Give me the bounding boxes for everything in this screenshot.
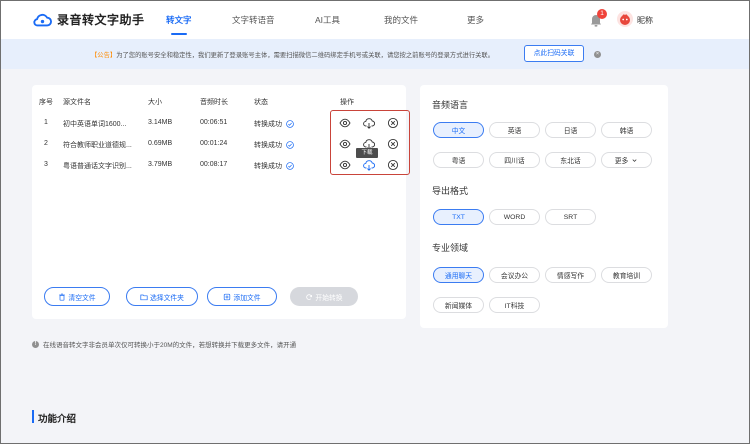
domain-news-chip[interactable]: 新闻媒体 <box>433 297 484 313</box>
row-size: 0.69MB <box>148 140 173 147</box>
row-status-text: 转换成功 <box>254 121 282 128</box>
audio-language-title: 音频语言 <box>432 100 469 110</box>
select-folder-button[interactable]: 选择文件夹 <box>126 287 198 306</box>
lang-northeastern-chip[interactable]: 东北话 <box>545 152 596 168</box>
row-filename: 初中英语单词1600... <box>63 121 127 128</box>
lang-english-chip[interactable]: 英语 <box>489 122 540 138</box>
row-status-text: 转换成功 <box>254 142 282 149</box>
domain-it-chip[interactable]: IT科技 <box>489 297 540 313</box>
info-icon: ! <box>32 340 39 348</box>
row-status: 转换成功 <box>254 140 294 150</box>
nav-more[interactable]: 更多 <box>467 14 484 26</box>
domain-writing-chip[interactable]: 情感写作 <box>545 267 596 283</box>
add-file-label: 添加文件 <box>233 294 261 302</box>
check-circle-icon <box>286 141 294 149</box>
row-index: 2 <box>44 140 48 147</box>
header-actions: 操作 <box>340 99 354 106</box>
format-txt-chip[interactable]: TXT <box>433 209 484 225</box>
row-duration: 00:08:17 <box>200 161 228 168</box>
feature-intro-title: 功能介绍 <box>38 414 77 425</box>
select-folder-label: 选择文件夹 <box>150 294 184 302</box>
trash-icon <box>59 293 66 301</box>
row-size: 3.14MB <box>148 119 173 126</box>
nav-transcribe[interactable]: 转文字 <box>166 14 192 35</box>
delete-circle-icon[interactable] <box>387 159 399 171</box>
row-status-text: 转换成功 <box>254 163 282 170</box>
app-title: 录音转文字助手 <box>57 13 145 27</box>
refresh-icon <box>306 293 313 300</box>
nickname[interactable]: 昵称 <box>637 15 653 26</box>
row-filename: 粤语普通话文字识别... <box>63 163 132 170</box>
lang-japanese-chip[interactable]: 日语 <box>545 122 596 138</box>
preview-eye-icon[interactable] <box>339 159 351 171</box>
row-status: 转换成功 <box>254 161 294 171</box>
domain-education-chip[interactable]: 教育培训 <box>601 267 652 283</box>
cloud-logo-icon <box>33 13 52 26</box>
lang-cantonese-chip[interactable]: 粤语 <box>433 152 484 168</box>
domain-chat-chip[interactable]: 通用聊天 <box>433 267 484 283</box>
download-tooltip: 下载 <box>356 148 378 158</box>
preview-eye-icon[interactable] <box>339 117 351 129</box>
header-duration: 音频时长 <box>200 99 228 106</box>
lang-sichuanese-chip[interactable]: 四川话 <box>489 152 540 168</box>
top-header: 录音转文字助手 转文字 文字转语音 AI工具 我的文件 更多 1 昵称 <box>1 1 749 39</box>
settings-panel: 音频语言 中文 英语 日语 韩语 粤语 四川话 东北话 更多 导出格式 TXT … <box>420 85 668 328</box>
lang-more-dropdown[interactable]: 更多 <box>601 152 652 168</box>
row-duration: 00:06:51 <box>200 119 228 126</box>
scan-qr-link-button[interactable]: 点此扫码关联 <box>524 45 584 62</box>
format-srt-chip[interactable]: SRT <box>545 209 596 225</box>
check-circle-icon <box>286 162 294 170</box>
row-index: 1 <box>44 119 48 126</box>
start-convert-button[interactable]: 开始转换 <box>290 287 358 306</box>
clear-files-label: 清空文件 <box>68 294 96 302</box>
nav-text-to-speech[interactable]: 文字转语音 <box>232 14 275 26</box>
announcement-bar: 【公告】为了您的账号安全和稳定性，我们更新了登录账号主体，需要扫描微信二维码绑定… <box>1 39 749 69</box>
notification-badge: 1 <box>597 9 607 19</box>
header-index: 序号 <box>39 99 53 106</box>
lang-chinese-chip[interactable]: 中文 <box>433 122 484 138</box>
nav-ai-tools[interactable]: AI工具 <box>315 14 340 26</box>
format-word-chip[interactable]: WORD <box>489 209 540 225</box>
domain-office-chip[interactable]: 会议办公 <box>489 267 540 283</box>
delete-circle-icon[interactable] <box>387 117 399 129</box>
cloud-download-icon[interactable] <box>363 117 375 129</box>
check-circle-icon <box>286 120 294 128</box>
member-tip-text: 在线语音转文字非会员单次仅可转换小于20M的文件，若想转换并下载更多文件，请开通 <box>43 342 297 349</box>
folder-icon <box>140 294 148 300</box>
row-filename: 符合教师职业道德规... <box>63 142 132 149</box>
file-panel: 序号 源文件名 大小 音频时长 状态 操作 1 初中英语单词1600... 3.… <box>32 85 410 319</box>
lang-more-label: 更多 <box>614 158 629 165</box>
export-format-title: 导出格式 <box>432 186 469 196</box>
app-logo[interactable]: 录音转文字助手 <box>33 11 145 28</box>
row-duration: 00:01:24 <box>200 140 228 147</box>
add-file-button[interactable]: 添加文件 <box>207 287 277 306</box>
clear-files-button[interactable]: 清空文件 <box>44 287 110 306</box>
header-status: 状态 <box>254 99 268 106</box>
header-size: 大小 <box>148 99 162 106</box>
row-size: 3.79MB <box>148 161 173 168</box>
start-convert-label: 开始转换 <box>315 294 343 302</box>
header-filename: 源文件名 <box>63 99 91 106</box>
chevron-down-icon <box>632 158 637 162</box>
announcement-body: 为了您的账号安全和稳定性，我们更新了登录账号主体，需要扫描微信二维码绑定手机号或… <box>116 52 494 59</box>
lang-korean-chip[interactable]: 韩语 <box>601 122 652 138</box>
section-accent-bar <box>32 410 34 423</box>
close-notice-icon[interactable]: × <box>594 51 601 58</box>
announcement-text: 【公告】为了您的账号安全和稳定性，我们更新了登录账号主体，需要扫描微信二维码绑定… <box>91 50 494 59</box>
avatar[interactable] <box>617 11 633 27</box>
cloud-download-icon[interactable] <box>363 159 375 171</box>
nav-my-files[interactable]: 我的文件 <box>384 14 418 26</box>
row-index: 3 <box>44 161 48 168</box>
professional-domain-title: 专业领域 <box>432 243 469 253</box>
announcement-tag: 【公告】 <box>91 52 117 59</box>
member-tip: ! 在线语音转文字非会员单次仅可转换小于20M的文件，若想转换并下载更多文件，请… <box>32 339 296 349</box>
add-file-icon <box>224 293 231 300</box>
row-status: 转换成功 <box>254 119 294 129</box>
delete-circle-icon[interactable] <box>387 138 399 150</box>
avatar-face-icon <box>617 11 633 27</box>
preview-eye-icon[interactable] <box>339 138 351 150</box>
